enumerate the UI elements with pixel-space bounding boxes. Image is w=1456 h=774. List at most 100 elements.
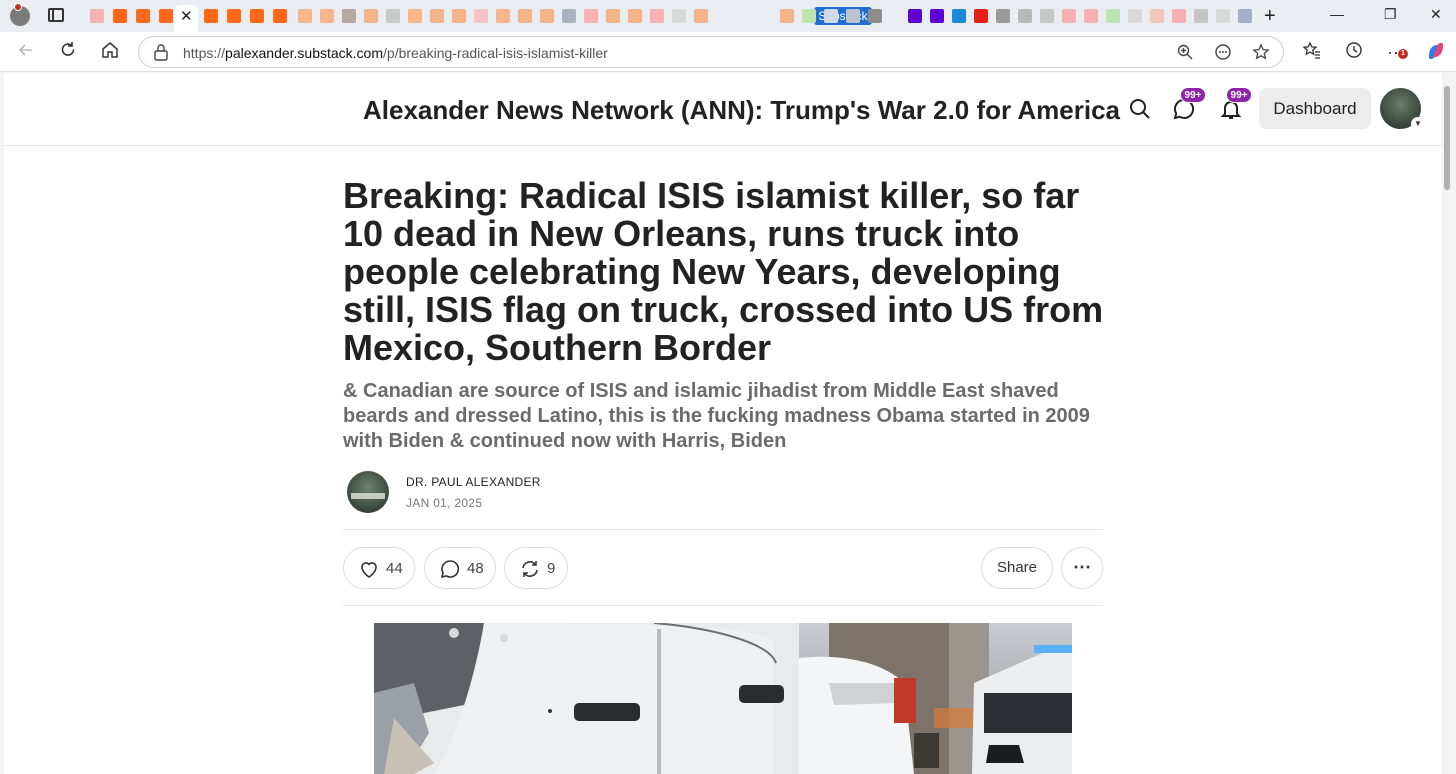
- close-window-button[interactable]: ✕: [1430, 6, 1442, 23]
- home-icon[interactable]: [98, 40, 122, 64]
- tab-p[interactable]: [948, 5, 970, 27]
- tab-substack[interactable]: [269, 5, 291, 27]
- tab-settings[interactable]: [1014, 5, 1036, 27]
- site-header: Alexander News Network (ANN): Trump's Wa…: [4, 73, 1442, 146]
- tab-substack[interactable]: [602, 5, 624, 27]
- p-favicon-icon: [952, 9, 966, 23]
- share-button[interactable]: Share: [981, 547, 1053, 589]
- tab-youtube[interactable]: [970, 5, 992, 27]
- tab-news[interactable]: [1036, 5, 1058, 27]
- tab-rumble[interactable]: [1102, 5, 1124, 27]
- tab-news[interactable]: [842, 5, 864, 27]
- tab-actions-icon[interactable]: [48, 8, 64, 22]
- substack-favicon-icon: [496, 9, 510, 23]
- news-favicon-icon: [1040, 9, 1054, 23]
- tab-substack[interactable]: [492, 5, 514, 27]
- youtube-favicon-icon: [1084, 9, 1098, 23]
- restack-icon: [522, 561, 538, 577]
- news-favicon-icon: [868, 9, 882, 23]
- zoom-icon[interactable]: [1175, 43, 1195, 63]
- tab-substack[interactable]: [246, 5, 268, 27]
- notifications-count-badge: 99+: [1226, 87, 1252, 103]
- publication-title[interactable]: Alexander News Network (ANN): Trump's Wa…: [363, 95, 1120, 126]
- like-button[interactable]: 44: [343, 547, 415, 589]
- news-favicon-icon: [1238, 9, 1252, 23]
- page-scrollbar[interactable]: [1444, 86, 1450, 190]
- tab-image[interactable]: [338, 5, 360, 27]
- copilot-icon[interactable]: [1424, 40, 1448, 64]
- tab-image[interactable]: [1146, 5, 1168, 27]
- tab-substack[interactable]: [316, 5, 338, 27]
- favorites-icon[interactable]: [1300, 40, 1324, 64]
- tab-substack[interactable]: [294, 5, 316, 27]
- tab-yahoo[interactable]: [926, 5, 948, 27]
- close-tab-icon[interactable]: ✕: [180, 7, 193, 25]
- tab-gp[interactable]: [1124, 5, 1146, 27]
- new-tab-button[interactable]: +: [1264, 6, 1276, 26]
- image-favicon-icon: [386, 9, 400, 23]
- tab-youtube[interactable]: [580, 5, 602, 27]
- gp-favicon-icon: [1216, 9, 1230, 23]
- video-favicon-icon: [562, 9, 576, 23]
- dashboard-button[interactable]: Dashboard: [1259, 88, 1371, 129]
- divider: [343, 529, 1103, 530]
- tab-youtube[interactable]: [86, 5, 108, 27]
- tab-yahoo[interactable]: [904, 5, 926, 27]
- tab-substack[interactable]: [109, 5, 131, 27]
- tab-search[interactable]: [820, 5, 842, 27]
- substack-favicon-icon: [227, 9, 241, 23]
- chevron-down-icon[interactable]: ▼: [1411, 117, 1425, 131]
- tab-substack[interactable]: [223, 5, 245, 27]
- tab-substack[interactable]: [200, 5, 222, 27]
- back-icon[interactable]: [14, 40, 38, 64]
- url-text[interactable]: https://palexander.substack.com/p/breaki…: [183, 45, 608, 61]
- comment-count: 48: [467, 560, 484, 577]
- tab-substack[interactable]: [426, 5, 448, 27]
- tab-substack[interactable]: [690, 5, 712, 27]
- tab-image[interactable]: [382, 5, 404, 27]
- tab-substack[interactable]: [514, 5, 536, 27]
- tab-video[interactable]: [558, 5, 580, 27]
- chat-count-badge: 99+: [1180, 87, 1206, 103]
- youtube-favicon-icon: [1062, 9, 1076, 23]
- tab-substack[interactable]: [404, 5, 426, 27]
- tab-substack[interactable]: [536, 5, 558, 27]
- star-icon[interactable]: [1251, 43, 1271, 63]
- tab-news[interactable]: [864, 5, 886, 27]
- restore-button[interactable]: ❐: [1384, 6, 1397, 23]
- author-avatar[interactable]: [347, 471, 389, 513]
- restack-button[interactable]: 9: [504, 547, 568, 589]
- reading-mode-icon[interactable]: [1213, 43, 1233, 63]
- author-name[interactable]: DR. PAUL ALEXANDER: [406, 475, 541, 489]
- history-icon[interactable]: [1342, 40, 1366, 64]
- tab-youtube[interactable]: [1080, 5, 1102, 27]
- refresh-icon[interactable]: [56, 40, 80, 64]
- tab-news[interactable]: [1234, 5, 1256, 27]
- tab-substack[interactable]: [360, 5, 382, 27]
- more-options-button[interactable]: ⋯: [1061, 547, 1103, 589]
- tab-gp[interactable]: [1212, 5, 1234, 27]
- post-image[interactable]: [374, 623, 1072, 774]
- tab-substack[interactable]: [624, 5, 646, 27]
- tab-youtube[interactable]: [1168, 5, 1190, 27]
- tab-substack[interactable]: [448, 5, 470, 27]
- address-bar[interactable]: https://palexander.substack.com/p/breaki…: [138, 36, 1284, 68]
- tab-gp[interactable]: [668, 5, 690, 27]
- tab-youtube[interactable]: [1058, 5, 1080, 27]
- profile-notification-dot: [14, 3, 22, 11]
- tab-news[interactable]: [992, 5, 1014, 27]
- tab-rumble[interactable]: [798, 5, 820, 27]
- image-favicon-icon: [1150, 9, 1164, 23]
- news-favicon-icon: [474, 9, 488, 23]
- comments-button[interactable]: 48: [424, 547, 496, 589]
- minimize-button[interactable]: —: [1330, 6, 1344, 22]
- search-icon[interactable]: [1128, 97, 1152, 121]
- lock-icon[interactable]: [153, 43, 169, 61]
- tab-substack[interactable]: [776, 5, 798, 27]
- tab-news[interactable]: [470, 5, 492, 27]
- tab-active[interactable]: ✕: [174, 5, 198, 32]
- tab-bird[interactable]: [1190, 5, 1212, 27]
- tab-substack[interactable]: [132, 5, 154, 27]
- url-domain: palexander.substack.com: [225, 45, 384, 61]
- tab-youtube[interactable]: [646, 5, 668, 27]
